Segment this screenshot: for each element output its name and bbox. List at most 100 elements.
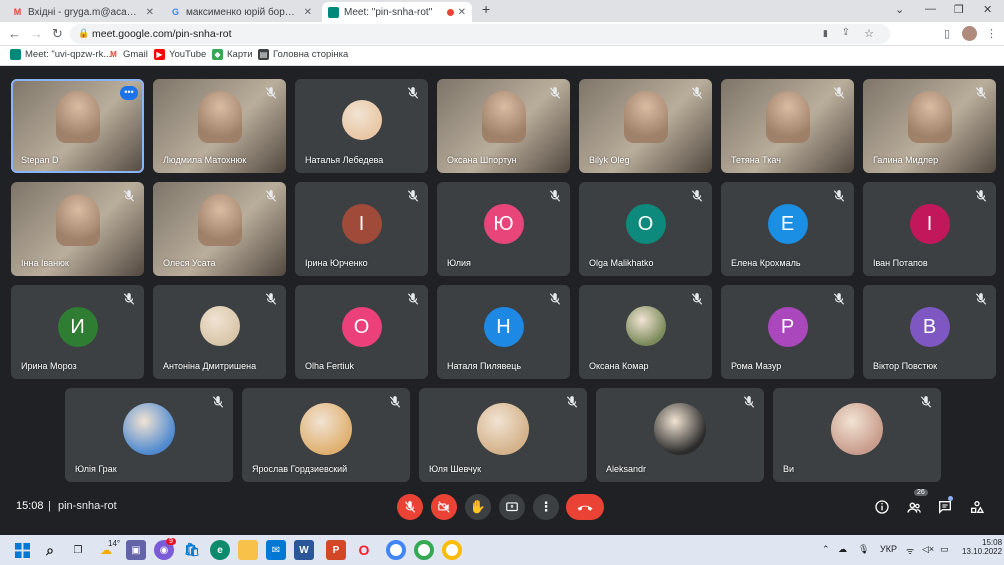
mic-toggle-button[interactable]	[397, 494, 423, 520]
participant-tile[interactable]: Р Рома Мазур	[721, 285, 854, 379]
participant-name: Антоніна Дмитришена	[163, 361, 257, 371]
volume-icon[interactable]: ◁×	[922, 544, 934, 555]
mic-off-icon	[975, 293, 987, 305]
powerpoint-icon[interactable]: P	[326, 540, 346, 560]
task-view-icon[interactable]: ❐	[68, 540, 88, 560]
participant-tile[interactable]: И Ирина Мороз	[11, 285, 144, 379]
restore-button[interactable]: ❐	[954, 3, 964, 16]
mic-off-icon	[123, 293, 135, 305]
chevron-up-icon[interactable]: ⌃	[822, 544, 830, 555]
participant-tile[interactable]: Галина Мидлер	[863, 79, 996, 173]
chat-notification-dot	[948, 496, 953, 501]
present-screen-button[interactable]	[499, 494, 525, 520]
mic-off-icon	[123, 190, 135, 202]
participant-tile[interactable]: Оксана Шпортун	[437, 79, 570, 173]
meeting-details-button[interactable]	[873, 498, 891, 516]
participant-name: Людмила Матохнюк	[163, 155, 247, 165]
mic-off-icon	[549, 190, 561, 202]
search-icon[interactable]: ⌕	[40, 540, 60, 560]
word-icon[interactable]: W	[294, 540, 314, 560]
microphone-icon[interactable]: 🎙	[858, 544, 869, 555]
participant-tile[interactable]: Оксана Комар	[579, 285, 712, 379]
side-panel-icon[interactable]: ▯	[944, 27, 950, 40]
participant-tile[interactable]: Юля Шевчук	[419, 388, 587, 482]
close-icon[interactable]: ✕	[458, 7, 466, 18]
participant-tile[interactable]: Людмила Матохнюк	[153, 79, 286, 173]
close-window-button[interactable]: ✕	[983, 3, 992, 16]
language-indicator[interactable]: УКР	[880, 544, 897, 554]
battery-icon[interactable]: ▭	[940, 544, 949, 555]
cloud-icon[interactable]: ☁	[838, 544, 847, 555]
url-bar[interactable]: 🔒 meet.google.com/pin-snha-rot ▮ ⇪ ☆	[70, 24, 890, 44]
edge-icon[interactable]: e	[210, 540, 230, 560]
leave-call-button[interactable]	[566, 494, 604, 520]
participant-tile[interactable]: Н Наталя Пилявець	[437, 285, 570, 379]
participant-tile[interactable]: Aleksandr	[596, 388, 764, 482]
participant-tile[interactable]: І Ірина Юрченко	[295, 182, 428, 276]
participant-tile[interactable]: І Іван Потапов	[863, 182, 996, 276]
taskbar-clock[interactable]: 15:08 13.10.2022	[962, 538, 1002, 556]
avatar[interactable]	[962, 26, 977, 41]
bookmark-maps[interactable]: ◆ Карти	[212, 49, 253, 60]
participant-tile[interactable]: Олеся Усата	[153, 182, 286, 276]
participant-tile[interactable]: ••• Stepan D	[11, 79, 144, 173]
forward-arrow-icon[interactable]: →	[30, 26, 43, 41]
participant-tile[interactable]: Ви	[773, 388, 941, 482]
menu-kebab-icon[interactable]: ⋮	[986, 27, 997, 40]
hang-up-icon	[577, 505, 593, 511]
participant-name: Рома Мазур	[731, 361, 782, 371]
close-icon[interactable]: ✕	[304, 7, 312, 18]
more-options-button[interactable]: ⋮	[533, 494, 559, 520]
store-icon[interactable]: 🛍	[182, 540, 202, 560]
participant-tile[interactable]: Тетяна Ткач	[721, 79, 854, 173]
windows-start-icon[interactable]	[12, 540, 32, 560]
raise-hand-button[interactable]: ✋	[465, 494, 491, 520]
wifi-icon[interactable]: ᯤ	[906, 544, 914, 557]
file-explorer-icon[interactable]	[238, 540, 258, 560]
chrome-icon[interactable]	[386, 540, 406, 560]
chrome-icon[interactable]	[414, 540, 434, 560]
bookmark-label: Meet: "uvi-qpzw-rk...	[25, 49, 112, 60]
participant-tile[interactable]: В Віктор Повстюк	[863, 285, 996, 379]
avatar-initial: И	[70, 315, 85, 338]
opera-icon[interactable]: O	[354, 540, 374, 560]
tab-meet[interactable]: Meet: "pin-snha-rot" ✕	[322, 2, 472, 22]
present-icon	[506, 502, 518, 512]
bookmark-star-icon[interactable]: ☆	[864, 27, 874, 40]
participant-tile[interactable]: Ю Юлия	[437, 182, 570, 276]
back-arrow-icon[interactable]: ←	[8, 26, 21, 41]
reload-icon[interactable]: ↻	[52, 26, 63, 42]
avatar-initial: Ю	[493, 212, 514, 235]
share-icon[interactable]: ⇪	[842, 27, 850, 38]
tab-search[interactable]: G максименко юрій борисович - ✕	[164, 2, 318, 22]
bookmark-gmail[interactable]: M Gmail	[108, 49, 148, 60]
participant-name: Іван Потапов	[873, 258, 928, 268]
bookmark-meet[interactable]: Meet: "uvi-qpzw-rk...	[10, 49, 111, 60]
close-icon[interactable]: ✕	[146, 7, 154, 18]
tab-search-chevron-icon[interactable]: ⌄	[895, 3, 904, 16]
mic-off-icon	[265, 190, 277, 202]
participant-tile[interactable]: O Olga Malikhatko	[579, 182, 712, 276]
teams-chat-icon[interactable]: ▣	[126, 540, 146, 560]
camera-icon[interactable]: ▮	[823, 28, 828, 39]
people-button[interactable]	[905, 498, 923, 516]
more-options-icon[interactable]: •••	[120, 86, 138, 100]
participant-tile[interactable]: Наталья Лебедева	[295, 79, 428, 173]
activities-button[interactable]	[968, 498, 986, 516]
participant-tile[interactable]: Інна Іванюк	[11, 182, 144, 276]
tab-label: Meet: "pin-snha-rot"	[344, 6, 433, 18]
bookmark-home[interactable]: ▤ Головна сторінка	[258, 49, 348, 60]
participant-tile[interactable]: Bilyk Oleg	[579, 79, 712, 173]
participant-tile[interactable]: Юлія Грак	[65, 388, 233, 482]
participant-tile[interactable]: Ярослав Гордзиевский	[242, 388, 410, 482]
mail-icon[interactable]: ✉	[266, 540, 286, 560]
minimize-button[interactable]: —	[925, 3, 936, 15]
chrome-icon[interactable]	[442, 540, 462, 560]
participant-tile[interactable]: O Olha Fertiuk	[295, 285, 428, 379]
participant-tile[interactable]: Е Елена Крохмаль	[721, 182, 854, 276]
new-tab-button[interactable]: +	[482, 1, 490, 17]
participant-tile[interactable]: Антоніна Дмитришена	[153, 285, 286, 379]
camera-toggle-button[interactable]	[431, 494, 457, 520]
tab-gmail[interactable]: M Вхідні - gryga.m@academia.vn.ua ✕	[6, 2, 160, 22]
bookmark-youtube[interactable]: ▶ YouTube	[154, 49, 206, 60]
